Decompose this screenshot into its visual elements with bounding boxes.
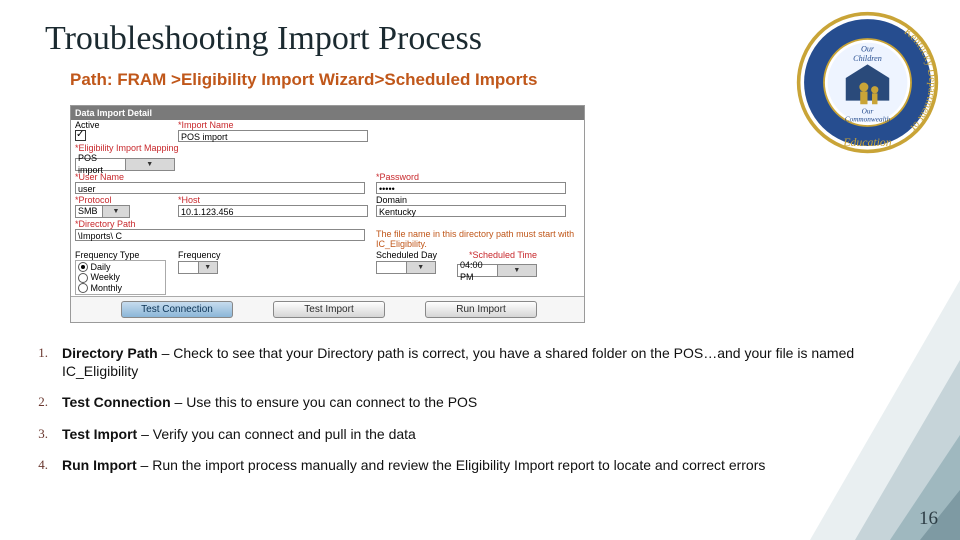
list-item: 3. Test Import – Verify you can connect …	[30, 426, 900, 444]
page-title: Troubleshooting Import Process	[45, 20, 482, 58]
chevron-down-icon: ▼	[102, 206, 129, 217]
list-item: 2. Test Connection – Use this to ensure …	[30, 394, 900, 412]
step-text: Run Import – Run the import process manu…	[62, 457, 765, 475]
dir-path-label: *Directory Path	[75, 219, 368, 229]
run-import-button[interactable]: Run Import	[425, 301, 537, 318]
chevron-down-icon: ▼	[406, 262, 436, 273]
daily-label: Daily	[91, 262, 111, 272]
chevron-down-icon: ▼	[497, 265, 537, 276]
active-label: Active	[75, 120, 170, 130]
sched-day-label: Scheduled Day	[376, 250, 437, 260]
domain-field[interactable]: Kentucky	[376, 205, 566, 217]
domain-label: Domain	[376, 195, 580, 205]
step-number: 2.	[30, 394, 48, 410]
chevron-down-icon: ▼	[198, 262, 218, 273]
step-text: Directory Path – Check to see that your …	[62, 345, 900, 380]
svg-text:Education: Education	[842, 136, 891, 149]
protocol-value: SMB	[76, 205, 102, 217]
steps-list: 1. Directory Path – Check to see that yo…	[30, 345, 900, 489]
svg-text:Commonwealth: Commonwealth	[845, 115, 891, 123]
host-field[interactable]: 10.1.123.456	[178, 205, 368, 217]
monthly-label: Monthly	[91, 283, 123, 293]
svg-text:Our: Our	[861, 45, 875, 54]
freq-type-label: Frequency Type	[75, 250, 170, 260]
radio-monthly[interactable]	[78, 283, 88, 293]
user-name-field[interactable]: user	[75, 182, 365, 194]
protocol-label: *Protocol	[75, 195, 170, 205]
dir-path-field[interactable]: \Imports\ C	[75, 229, 365, 241]
elig-map-label: *Eligibility Import Mapping	[75, 143, 580, 153]
sched-time-dropdown[interactable]: 04:00 PM▼	[457, 264, 537, 277]
kde-seal: Kentucky Department of Education Our Chi…	[795, 10, 940, 155]
elig-map-dropdown[interactable]: POS import▼	[75, 158, 175, 171]
active-checkbox[interactable]	[75, 130, 86, 141]
svg-text:Our: Our	[862, 107, 874, 115]
password-field[interactable]: •••••	[376, 182, 566, 194]
list-item: 4. Run Import – Run the import process m…	[30, 457, 900, 475]
step-text: Test Import – Verify you can connect and…	[62, 426, 416, 444]
import-name-label: *Import Name	[178, 120, 580, 130]
password-label: *Password	[376, 172, 580, 182]
user-name-label: *User Name	[75, 172, 368, 182]
protocol-dropdown[interactable]: SMB▼	[75, 205, 130, 218]
data-import-detail: Data Import Detail Active *Import Name P…	[70, 105, 585, 323]
dir-path-note: The file name in this directory path mus…	[376, 229, 580, 249]
step-number: 1.	[30, 345, 48, 361]
weekly-label: Weekly	[91, 272, 120, 282]
step-text: Test Connection – Use this to ensure you…	[62, 394, 477, 412]
svg-text:Children: Children	[853, 54, 882, 63]
radio-weekly[interactable]	[78, 273, 88, 283]
frequency-dropdown[interactable]: ▼	[178, 261, 218, 274]
sched-time-value: 04:00 PM	[458, 259, 497, 283]
frequency-label: Frequency	[178, 250, 368, 260]
host-label: *Host	[178, 195, 368, 205]
test-import-button[interactable]: Test Import	[273, 301, 385, 318]
list-item: 1. Directory Path – Check to see that yo…	[30, 345, 900, 380]
sched-day-dropdown[interactable]: ▼	[376, 261, 436, 274]
button-row: Test Connection Test Import Run Import	[71, 296, 584, 322]
page-number: 16	[919, 508, 938, 530]
step-number: 3.	[30, 426, 48, 442]
step-number: 4.	[30, 457, 48, 473]
chevron-down-icon: ▼	[125, 159, 175, 170]
radio-daily[interactable]	[78, 262, 88, 272]
panel-header: Data Import Detail	[71, 106, 584, 120]
breadcrumb-path: Path: FRAM >Eligibility Import Wizard>Sc…	[70, 70, 537, 90]
import-name-field[interactable]: POS import	[178, 130, 368, 142]
test-connection-button[interactable]: Test Connection	[121, 301, 233, 318]
